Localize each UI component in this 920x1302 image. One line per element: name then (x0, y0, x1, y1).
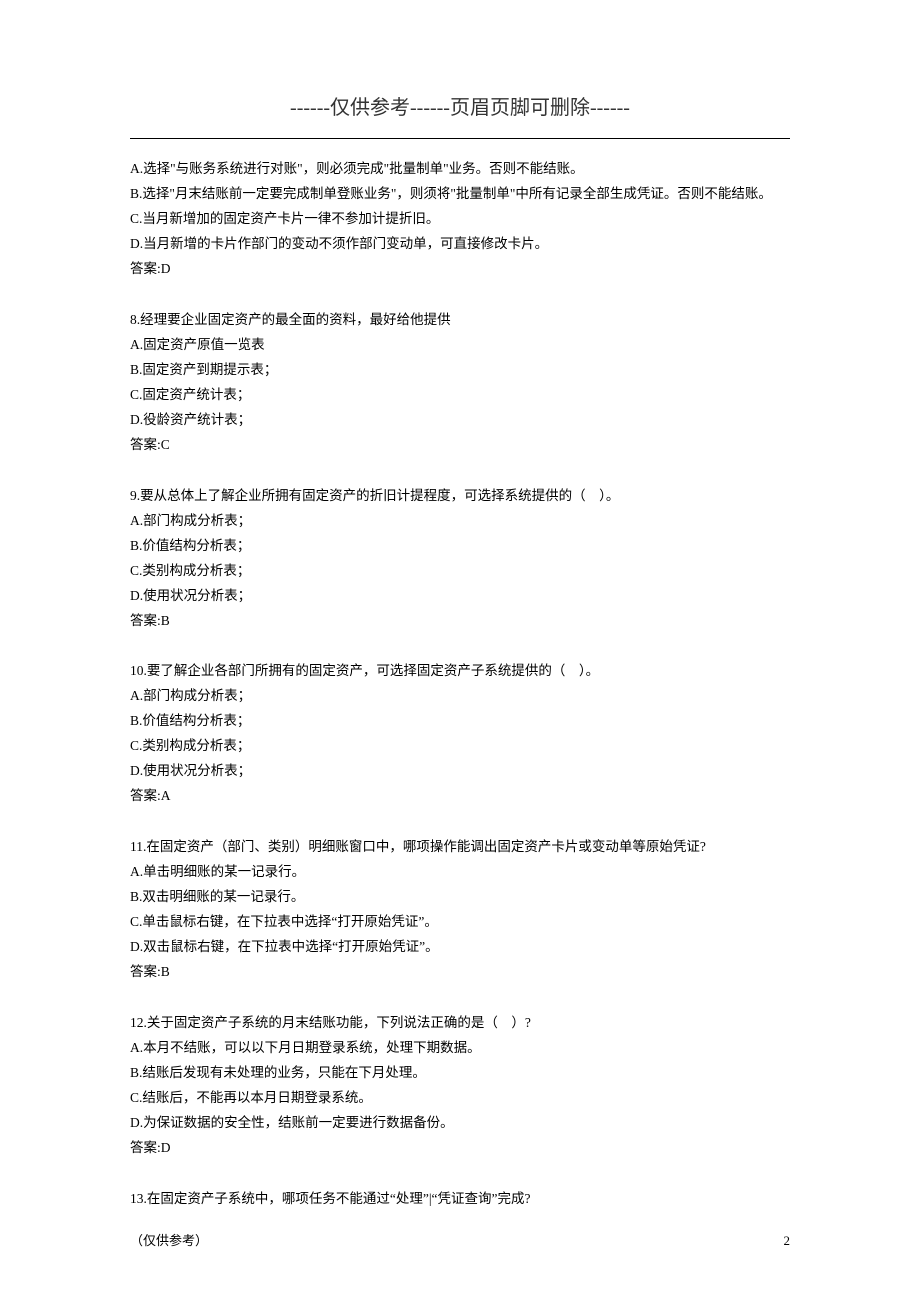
document-page: ------仅供参考------页眉页脚可删除------ A.选择"与账务系统… (0, 0, 920, 1302)
question-stem: 10.要了解企业各部门所拥有的固定资产，可选择固定资产子系统提供的（ ）。 (130, 659, 790, 684)
option-a: A.本月不结账，可以以下月日期登录系统，处理下期数据。 (130, 1036, 790, 1061)
option-d: D.使用状况分析表； (130, 584, 790, 609)
option-d: D.双击鼠标右键，在下拉表中选择“打开原始凭证”。 (130, 935, 790, 960)
answer-line: 答案:B (130, 960, 790, 985)
option-a: A.固定资产原值一览表 (130, 333, 790, 358)
answer-line: 答案:B (130, 609, 790, 634)
option-d: D.役龄资产统计表； (130, 408, 790, 433)
option-a: A.单击明细账的某一记录行。 (130, 860, 790, 885)
option-d: D.为保证数据的安全性，结账前一定要进行数据备份。 (130, 1111, 790, 1136)
option-b: B.选择"月末结账前一定要完成制单登账业务"，则须将"批量制单"中所有记录全部生… (130, 182, 790, 207)
answer-line: 答案:A (130, 784, 790, 809)
option-c: C.类别构成分析表； (130, 734, 790, 759)
question-stem: 13.在固定资产子系统中，哪项任务不能通过“处理”|“凭证查询”完成? (130, 1187, 790, 1212)
option-b: B.价值结构分析表； (130, 709, 790, 734)
answer-line: 答案:D (130, 257, 790, 282)
option-b: B.价值结构分析表； (130, 534, 790, 559)
answer-line: 答案:D (130, 1136, 790, 1161)
answer-line: 答案:C (130, 433, 790, 458)
page-number: 2 (784, 1229, 791, 1252)
question-block-9: 9.要从总体上了解企业所拥有固定资产的折旧计提程度，可选择系统提供的（ ）。 A… (130, 484, 790, 634)
header-divider (130, 138, 790, 139)
option-c: C.单击鼠标右键，在下拉表中选择“打开原始凭证”。 (130, 910, 790, 935)
page-footer: （仅供参考） 2 (130, 1229, 790, 1252)
option-a: A.选择"与账务系统进行对账"，则必须完成"批量制单"业务。否则不能结账。 (130, 157, 790, 182)
option-b: B.固定资产到期提示表； (130, 358, 790, 383)
question-block-carryover: A.选择"与账务系统进行对账"，则必须完成"批量制单"业务。否则不能结账。 B.… (130, 157, 790, 282)
option-c: C.当月新增加的固定资产卡片一律不参加计提折旧。 (130, 207, 790, 232)
option-d: D.当月新增的卡片作部门的变动不须作部门变动单，可直接修改卡片。 (130, 232, 790, 257)
question-stem: 8.经理要企业固定资产的最全面的资料，最好给他提供 (130, 308, 790, 333)
question-block-12: 12.关于固定资产子系统的月末结账功能，下列说法正确的是（ ）? A.本月不结账… (130, 1011, 790, 1161)
option-c: C.结账后，不能再以本月日期登录系统。 (130, 1086, 790, 1111)
document-body: A.选择"与账务系统进行对账"，则必须完成"批量制单"业务。否则不能结账。 B.… (130, 157, 790, 1212)
question-stem: 11.在固定资产（部门、类别）明细账窗口中，哪项操作能调出固定资产卡片或变动单等… (130, 835, 790, 860)
option-c: C.固定资产统计表； (130, 383, 790, 408)
footer-note: （仅供参考） (130, 1229, 208, 1252)
option-c: C.类别构成分析表； (130, 559, 790, 584)
question-stem: 9.要从总体上了解企业所拥有固定资产的折旧计提程度，可选择系统提供的（ ）。 (130, 484, 790, 509)
question-block-11: 11.在固定资产（部门、类别）明细账窗口中，哪项操作能调出固定资产卡片或变动单等… (130, 835, 790, 985)
option-a: A.部门构成分析表； (130, 684, 790, 709)
question-stem: 12.关于固定资产子系统的月末结账功能，下列说法正确的是（ ）? (130, 1011, 790, 1036)
question-block-10: 10.要了解企业各部门所拥有的固定资产，可选择固定资产子系统提供的（ ）。 A.… (130, 659, 790, 809)
option-b: B.双击明细账的某一记录行。 (130, 885, 790, 910)
question-block-13: 13.在固定资产子系统中，哪项任务不能通过“处理”|“凭证查询”完成? (130, 1187, 790, 1212)
option-a: A.部门构成分析表； (130, 509, 790, 534)
option-d: D.使用状况分析表； (130, 759, 790, 784)
option-b: B.结账后发现有未处理的业务，只能在下月处理。 (130, 1061, 790, 1086)
page-header: ------仅供参考------页眉页脚可删除------ (130, 90, 790, 126)
question-block-8: 8.经理要企业固定资产的最全面的资料，最好给他提供 A.固定资产原值一览表 B.… (130, 308, 790, 458)
